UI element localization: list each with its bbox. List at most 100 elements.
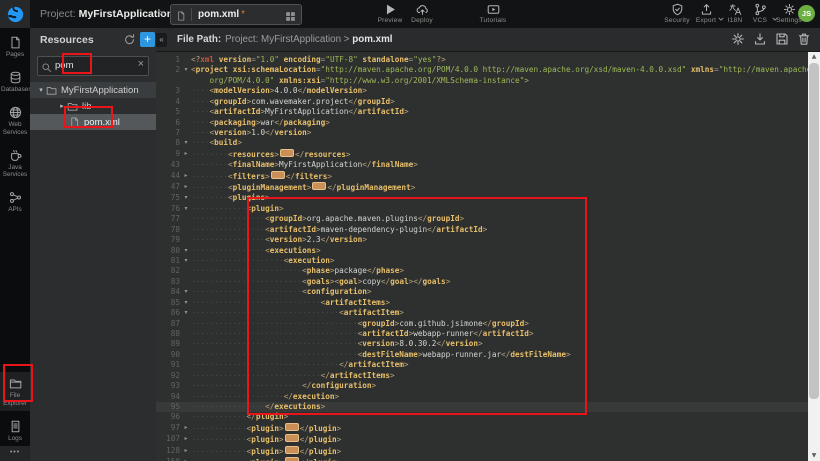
folded-code-pill[interactable] xyxy=(285,434,299,442)
code-text[interactable]: ····································<art… xyxy=(190,329,819,339)
code-text[interactable]: ················</executions> xyxy=(190,402,819,412)
fold-marker-icon[interactable]: ▸ xyxy=(182,149,190,159)
code-text[interactable]: ························<configuration> xyxy=(190,287,819,297)
code-text[interactable]: <project xsi:schemaLocation="http://mave… xyxy=(190,65,819,86)
fold-marker-icon[interactable]: ▾ xyxy=(182,193,190,203)
save-icon[interactable] xyxy=(775,32,789,46)
code-text[interactable]: ················<groupId>org.apache.mave… xyxy=(190,214,819,224)
code-text[interactable]: ································<artifac… xyxy=(190,308,819,318)
fold-marker-icon[interactable]: ▸ xyxy=(182,434,190,444)
code-text[interactable]: ················<version>2.3</version> xyxy=(190,235,819,245)
sidebar-item-pages[interactable]: Pages xyxy=(0,31,30,62)
add-resource-button[interactable]: + xyxy=(140,32,155,47)
line-number: 7 xyxy=(156,128,182,138)
tree-item-lib[interactable]: ▸ lib xyxy=(30,98,156,114)
code-text[interactable]: ················<artifactId>maven-depend… xyxy=(190,225,819,235)
code-text[interactable]: ············<plugin></plugin> xyxy=(190,434,819,445)
sidebar-item-databases[interactable]: Databases xyxy=(0,66,30,97)
code-text[interactable]: ········<finalName>MyFirstApplication</f… xyxy=(190,160,819,170)
code-text[interactable]: ····································<gro… xyxy=(190,319,819,329)
code-text[interactable]: ········<filters></filters> xyxy=(190,171,819,182)
collapsed-arrow-icon[interactable]: ▸ xyxy=(57,102,67,110)
sidebar-item-file-explorer[interactable]: File Explorer xyxy=(0,372,30,410)
code-text[interactable]: ········<pluginManagement></pluginManage… xyxy=(190,182,819,193)
sidebar-item-java-services[interactable]: Java Services xyxy=(0,144,30,182)
collapse-panel-button[interactable]: « xyxy=(156,33,167,47)
folded-code-pill[interactable] xyxy=(271,171,285,179)
fold-marker-icon[interactable]: ▾ xyxy=(182,204,190,214)
folded-code-pill[interactable] xyxy=(312,182,326,190)
grid-icon[interactable] xyxy=(285,9,296,20)
line-number: 86 xyxy=(156,308,182,318)
code-text[interactable]: ············<plugin></plugin> xyxy=(190,446,819,457)
clear-search-icon[interactable]: × xyxy=(138,58,144,70)
code-text[interactable]: ························<phase>package</… xyxy=(190,266,819,276)
sidebar-item-logs[interactable]: Logs xyxy=(0,415,30,446)
fold-marker-icon[interactable]: ▸ xyxy=(182,446,190,456)
code-text[interactable]: ············</plugin> xyxy=(190,412,819,422)
gear-icon[interactable] xyxy=(731,32,745,46)
code-text[interactable]: ················<executions> xyxy=(190,246,819,256)
code-text[interactable]: ····<version>1.0</version> xyxy=(190,128,819,138)
app-logo[interactable] xyxy=(0,0,30,28)
code-text[interactable]: ····································<ver… xyxy=(190,339,819,349)
download-icon[interactable] xyxy=(753,32,767,46)
tree-item-pom-xml[interactable]: pom.xml xyxy=(30,114,156,130)
resources-title: Resources xyxy=(40,34,94,46)
code-text[interactable]: ····<packaging>war</packaging> xyxy=(190,118,819,128)
code-text[interactable]: ············<plugin> xyxy=(190,204,819,214)
fold-marker-icon[interactable]: ▾ xyxy=(182,256,190,266)
fold-marker-icon[interactable]: ▾ xyxy=(182,308,190,318)
code-text[interactable]: ························<goals><goal>cop… xyxy=(190,277,819,287)
code-text[interactable]: ····<modelVersion>4.0.0</modelVersion> xyxy=(190,86,819,96)
code-text[interactable]: ································</artifa… xyxy=(190,360,819,370)
fold-marker-icon[interactable]: ▸ xyxy=(182,171,190,181)
code-text[interactable]: ····<artifactId>MyFirstApplication</arti… xyxy=(190,107,819,117)
code-text[interactable]: ····························</artifactIt… xyxy=(190,371,819,381)
code-text[interactable]: ············<plugin></plugin> xyxy=(190,457,819,461)
code-text[interactable]: ············<plugin></plugin> xyxy=(190,423,819,434)
sidebar-more-button[interactable]: ••• xyxy=(0,446,30,461)
deploy-button[interactable]: Deploy xyxy=(402,3,442,27)
scrollbar-down-icon[interactable]: ▼ xyxy=(808,451,820,461)
code-text[interactable]: ····················<execution> xyxy=(190,256,819,266)
folded-code-pill[interactable] xyxy=(285,446,299,454)
code-text[interactable]: ········<resources></resources> xyxy=(190,149,819,160)
code-text[interactable]: ····<build> xyxy=(190,138,819,148)
refresh-icon[interactable] xyxy=(123,33,136,46)
search-input[interactable] xyxy=(55,57,130,73)
folded-code-pill[interactable] xyxy=(280,149,294,157)
code-line: 107▸············<plugin></plugin> xyxy=(156,434,820,445)
tree-item-project-root[interactable]: ▾ MyFirstApplication xyxy=(30,82,156,98)
scrollbar-up-icon[interactable]: ▲ xyxy=(808,52,820,62)
code-text[interactable]: ························</configuration> xyxy=(190,381,819,391)
fold-marker-icon[interactable]: ▸ xyxy=(182,423,190,433)
scrollbar-thumb[interactable] xyxy=(809,63,819,399)
fold-marker-icon[interactable]: ▾ xyxy=(182,298,190,308)
trash-icon[interactable] xyxy=(797,32,811,46)
code-text[interactable]: ····································<des… xyxy=(190,350,819,360)
code-text[interactable]: ····················</execution> xyxy=(190,392,819,402)
folded-code-pill[interactable] xyxy=(285,457,299,461)
tutorials-button[interactable]: Tutorials xyxy=(473,3,513,27)
line-number: 89 xyxy=(156,339,182,349)
code-editor[interactable]: 1<?xml version="1.0" encoding="UTF-8" st… xyxy=(156,52,820,461)
code-text[interactable]: ········<plugins> xyxy=(190,193,819,203)
fold-marker-icon[interactable]: ▾ xyxy=(182,287,190,297)
code-text[interactable]: ····<groupId>com.wavemaker.project</grou… xyxy=(190,97,819,107)
fold-marker-icon[interactable]: ▸ xyxy=(182,457,190,461)
tab-pom-xml[interactable]: pom.xml * xyxy=(170,4,302,25)
expanded-arrow-icon[interactable]: ▾ xyxy=(36,86,46,94)
folded-code-pill[interactable] xyxy=(285,423,299,431)
user-avatar[interactable]: JS xyxy=(798,5,815,22)
editor-scrollbar[interactable]: ▲ ▼ xyxy=(808,52,820,461)
code-text[interactable]: ····························<artifactIte… xyxy=(190,298,819,308)
sidebar-item-apis[interactable]: APIs xyxy=(0,186,30,217)
fold-marker-icon[interactable]: ▾ xyxy=(182,246,190,256)
fold-marker-icon[interactable]: ▸ xyxy=(182,182,190,192)
fold-marker-icon[interactable]: ▾ xyxy=(182,65,190,75)
code-text[interactable]: <?xml version="1.0" encoding="UTF-8" sta… xyxy=(190,55,819,65)
fold-marker-icon[interactable]: ▾ xyxy=(182,138,190,148)
sidebar-item-web-services[interactable]: Web Services xyxy=(0,101,30,139)
code-line: 88····································<a… xyxy=(156,329,820,339)
